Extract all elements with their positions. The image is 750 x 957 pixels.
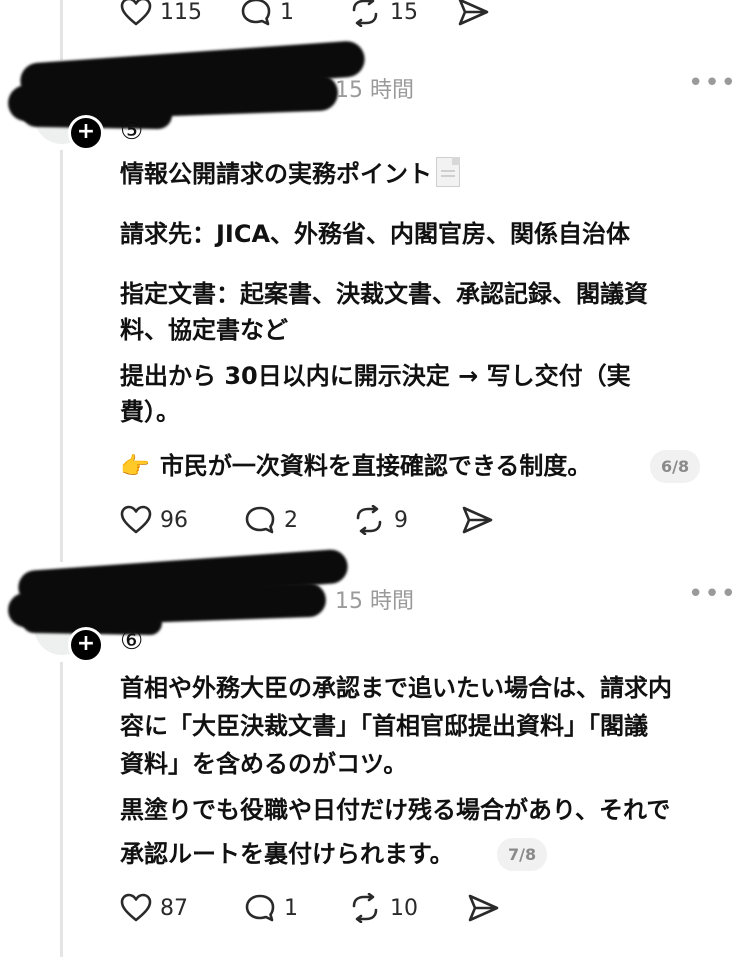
repost-count: 10 <box>390 895 418 921</box>
thread-pager: 6/8 <box>650 450 701 483</box>
comment-icon <box>241 0 271 26</box>
follow-button[interactable]: + <box>68 115 104 151</box>
reply-button[interactable]: 1 <box>244 893 348 923</box>
like-count: 96 <box>160 507 188 533</box>
repost-icon <box>352 893 378 923</box>
post-text-line: 容に「大臣決裁文書」「首相官邸提出資料」「閣議 <box>120 712 648 740</box>
send-icon <box>468 894 499 922</box>
post-text-line: 首相や外務大臣の承認まで追いたい場合は、請求内 <box>120 674 672 702</box>
pointing-hand-icon: 👉 <box>120 452 150 480</box>
post-text-line: 料、協定書など <box>120 316 288 344</box>
post-text-line: 承認ルートを裏付けられます。 <box>120 840 454 868</box>
like-count: 115 <box>160 0 202 25</box>
thread-line <box>60 150 63 562</box>
heart-icon <box>120 505 152 534</box>
share-button[interactable] <box>456 0 490 27</box>
reply-count: 1 <box>280 0 294 25</box>
like-button[interactable]: 87 <box>120 893 244 923</box>
send-icon <box>458 0 489 26</box>
repost-button[interactable]: 10 <box>348 893 466 923</box>
more-options-icon[interactable]: ••• <box>688 579 737 609</box>
post-number: ⑥ <box>120 626 144 656</box>
thread-line <box>60 662 63 957</box>
repost-button[interactable]: 9 <box>352 505 460 535</box>
repost-count: 15 <box>390 0 418 25</box>
thread-pager: 7/8 <box>497 838 548 871</box>
post-actions: 96 2 9 <box>120 500 494 540</box>
like-button[interactable]: 96 <box>120 505 244 535</box>
post-text-line: 黒塗りでも役職や日付だけ残る場合があり、それで <box>120 796 671 824</box>
post-text-line: 資料」を含めるのがコツ。 <box>120 750 408 778</box>
heart-icon <box>120 0 152 26</box>
reply-count: 1 <box>284 895 298 921</box>
send-icon <box>462 506 493 534</box>
more-options-icon[interactable]: ••• <box>688 68 737 98</box>
comment-icon <box>245 506 275 534</box>
reply-button[interactable]: 2 <box>244 505 352 535</box>
post-text-line: 提出から 30日以内に開示決定 → 写し交付（実 <box>120 362 631 390</box>
reply-button[interactable]: 1 <box>240 0 348 27</box>
post-text-line: 👉 市民が一次資料を直接確認できる制度。 <box>120 452 592 480</box>
post-text-line: 費）。 <box>120 398 180 426</box>
repost-icon <box>356 505 382 535</box>
reply-count: 2 <box>284 507 298 533</box>
post-number: ⑤ <box>120 116 144 146</box>
post-actions: 87 1 10 <box>120 888 500 928</box>
post-time: 15 時間 <box>335 589 414 614</box>
thread-line <box>60 0 63 60</box>
like-button[interactable]: 115 <box>120 0 240 27</box>
post-actions: 115 1 15 <box>120 0 490 32</box>
post-time: 15 時間 <box>335 78 414 103</box>
comment-icon <box>245 894 275 922</box>
like-count: 87 <box>160 895 188 921</box>
repost-icon <box>352 0 378 27</box>
post-text-line: 請求先：JICA、外務省、内閣官房、関係自治体 <box>120 220 631 248</box>
repost-button[interactable]: 15 <box>348 0 456 27</box>
post-text-line: 情報公開請求の実務ポイント <box>120 156 460 192</box>
heart-icon <box>120 893 152 922</box>
post-text-line: 指定文書：起案書、決裁文書、承認記録、閣議資 <box>120 280 648 308</box>
follow-button[interactable]: + <box>68 627 104 663</box>
share-button[interactable] <box>466 893 500 923</box>
repost-count: 9 <box>394 507 408 533</box>
page-icon <box>436 157 460 187</box>
share-button[interactable] <box>460 505 494 535</box>
